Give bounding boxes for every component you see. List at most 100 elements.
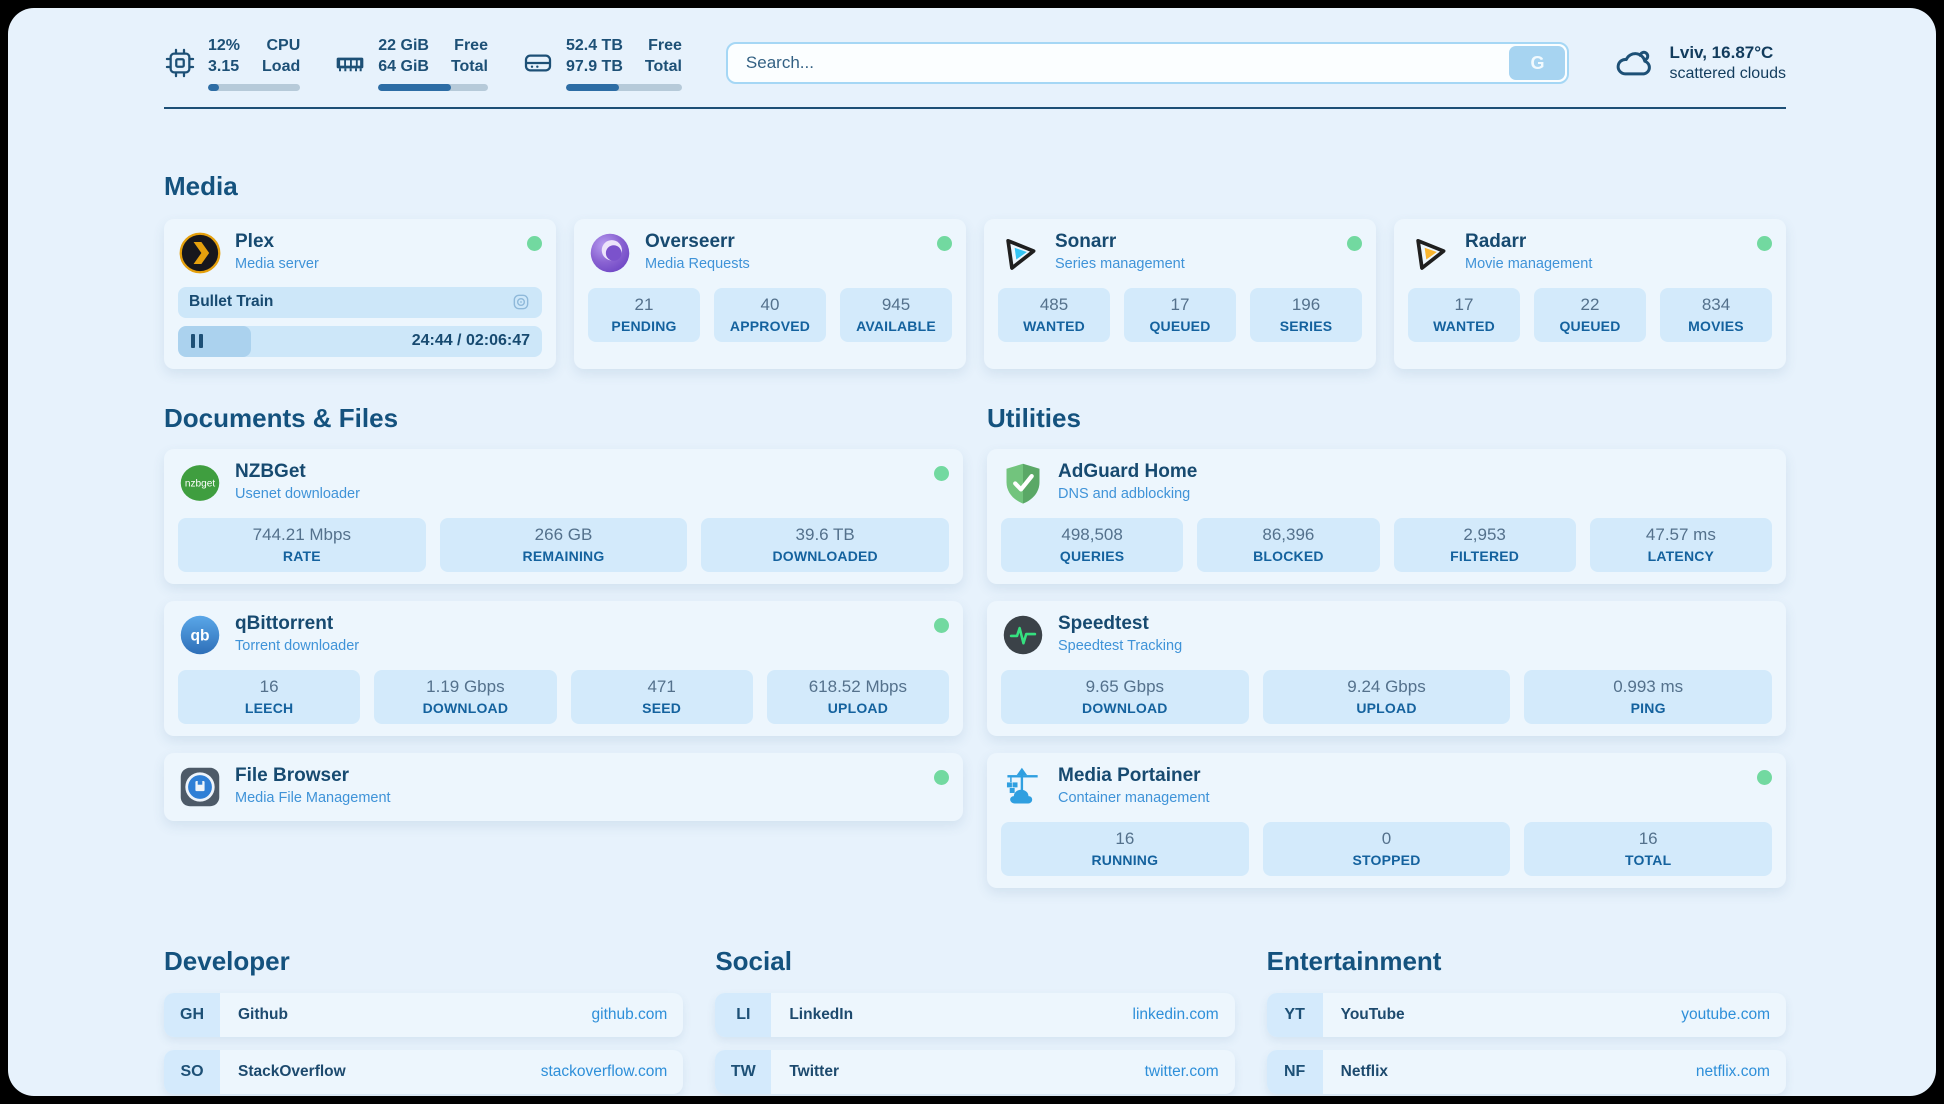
stat-value: 21 (592, 295, 696, 315)
section-title-social: Social (715, 946, 1234, 976)
ram-icon (334, 47, 366, 79)
stat-tile: 498,508 QUERIES (1001, 518, 1183, 572)
section-documents: Documents & Files nzbget (164, 403, 963, 821)
status-online-dot (527, 236, 542, 251)
filebrowser-logo-icon (178, 765, 222, 809)
link-badge: YT (1267, 993, 1323, 1037)
stat-tile: 1.19 Gbps DOWNLOAD (374, 670, 556, 724)
status-online-dot (934, 466, 949, 481)
search-bar: G (726, 42, 1570, 84)
stat-tile: 0.993 ms PING (1524, 670, 1772, 724)
svg-text:nzbget: nzbget (185, 478, 215, 489)
stat-label: RUNNING (1005, 852, 1245, 868)
stat-value: 16 (1528, 829, 1768, 849)
stat-value: 22 (1538, 295, 1642, 315)
section-title-media: Media (164, 171, 1786, 201)
app-title: Sonarr (1055, 231, 1185, 254)
cloud-icon (1613, 42, 1655, 84)
stat-value: 618.52 Mbps (771, 677, 945, 697)
cpu-load-value: 3.15 (208, 57, 240, 78)
stat-tile: 16 RUNNING (1001, 822, 1249, 876)
card-nzbget[interactable]: nzbget NZBGet Usenet downloader 74 (164, 449, 963, 584)
section-title-utilities: Utilities (987, 403, 1786, 433)
link-github[interactable]: GH Github github.com (164, 993, 683, 1037)
stat-value: 1.19 Gbps (378, 677, 552, 697)
hardware-stats: 12% 3.15 CPU Load (164, 36, 682, 91)
link-url: linkedin.com (1133, 1006, 1219, 1024)
card-speedtest[interactable]: Speedtest Speedtest Tracking 9.65 Gbps D… (987, 601, 1786, 736)
stat-value: 945 (844, 295, 948, 315)
card-filebrowser[interactable]: File Browser Media File Management (164, 753, 963, 821)
section-utilities: Utilities (987, 403, 1786, 888)
weather-condition: scattered clouds (1669, 65, 1786, 83)
app-subtitle: Usenet downloader (235, 486, 360, 502)
stat-label: DOWNLOAD (378, 700, 552, 716)
link-badge: LI (715, 993, 771, 1037)
link-url: netflix.com (1696, 1063, 1770, 1081)
stat-tile: 945 AVAILABLE (840, 288, 952, 342)
app-title: NZBGet (235, 461, 360, 484)
header-divider (164, 107, 1786, 109)
link-stackoverflow[interactable]: SO StackOverflow stackoverflow.com (164, 1050, 683, 1094)
section-title-entertainment: Entertainment (1267, 946, 1786, 976)
ram-free-value: 22 GiB (378, 36, 429, 57)
link-linkedin[interactable]: LI LinkedIn linkedin.com (715, 993, 1234, 1037)
stat-value: 471 (575, 677, 749, 697)
link-name: YouTube (1341, 1006, 1405, 1024)
stat-value: 17 (1412, 295, 1516, 315)
app-subtitle: Movie management (1465, 256, 1592, 272)
stat-label: FILTERED (1398, 548, 1572, 564)
stat-label: UPLOAD (771, 700, 945, 716)
speedtest-logo-icon (1001, 613, 1045, 657)
card-adguard[interactable]: AdGuard Home DNS and adblocking 498,508 … (987, 449, 1786, 584)
app-subtitle: Media server (235, 256, 319, 272)
card-sonarr[interactable]: Sonarr Series management 485 WANTED 17 Q… (984, 219, 1376, 369)
stat-label: PENDING (592, 318, 696, 334)
card-radarr[interactable]: Radarr Movie management 17 WANTED 22 QUE… (1394, 219, 1786, 369)
stat-value: 0.993 ms (1528, 677, 1768, 697)
stat-value: 196 (1254, 295, 1358, 315)
stat-value: 744.21 Mbps (182, 525, 422, 545)
stat-label: TOTAL (1528, 852, 1768, 868)
link-twitter[interactable]: TW Twitter twitter.com (715, 1050, 1234, 1094)
cpu-load-label: Load (262, 57, 300, 78)
card-qbittorrent[interactable]: qb qBittorrent Torrent downloader (164, 601, 963, 736)
stat-value: 834 (1664, 295, 1768, 315)
stat-label: REMAINING (444, 548, 684, 564)
playback-progress-bar: 24:44 / 02:06:47 (178, 326, 542, 357)
search-input[interactable] (726, 42, 1570, 84)
stat-tile: 0 STOPPED (1263, 822, 1511, 876)
stat-label: STOPPED (1267, 852, 1507, 868)
link-url: youtube.com (1681, 1006, 1770, 1024)
app-subtitle: Torrent downloader (235, 638, 359, 654)
status-online-dot (1757, 236, 1772, 251)
stat-value: 40 (718, 295, 822, 315)
link-netflix[interactable]: NF Netflix netflix.com (1267, 1050, 1786, 1094)
disk-total-value: 97.9 TB (566, 57, 623, 78)
disk-icon (522, 47, 554, 79)
status-online-dot (934, 770, 949, 785)
stat-tile: 266 GB REMAINING (440, 518, 688, 572)
now-playing-target-icon[interactable] (511, 292, 531, 312)
nzbget-logo-icon: nzbget (178, 461, 222, 505)
section-title-developer: Developer (164, 946, 683, 976)
search-engine-button[interactable]: G (1509, 46, 1565, 80)
stat-label: LEECH (182, 700, 356, 716)
stat-value: 47.57 ms (1594, 525, 1768, 545)
card-plex[interactable]: Plex Media server Bullet Train (164, 219, 556, 369)
stat-tile: 2,953 FILTERED (1394, 518, 1576, 572)
portainer-logo-icon (1001, 765, 1045, 809)
stat-value: 9.65 Gbps (1005, 677, 1245, 697)
stat-label: MOVIES (1664, 318, 1768, 334)
app-subtitle: Media File Management (235, 790, 391, 806)
card-overseerr[interactable]: Overseerr Media Requests 21 PENDING 40 A… (574, 219, 966, 369)
app-subtitle: Media Requests (645, 256, 750, 272)
app-title: Overseerr (645, 231, 750, 254)
link-youtube[interactable]: YT YouTube youtube.com (1267, 993, 1786, 1037)
disk-free-label: Free (645, 36, 682, 57)
link-badge: NF (1267, 1050, 1323, 1094)
stat-value: 498,508 (1005, 525, 1179, 545)
section-entertainment: Entertainment YT YouTube youtube.com NF … (1267, 946, 1786, 1096)
link-name: Github (238, 1006, 288, 1024)
card-portainer[interactable]: Media Portainer Container management 16 … (987, 753, 1786, 888)
